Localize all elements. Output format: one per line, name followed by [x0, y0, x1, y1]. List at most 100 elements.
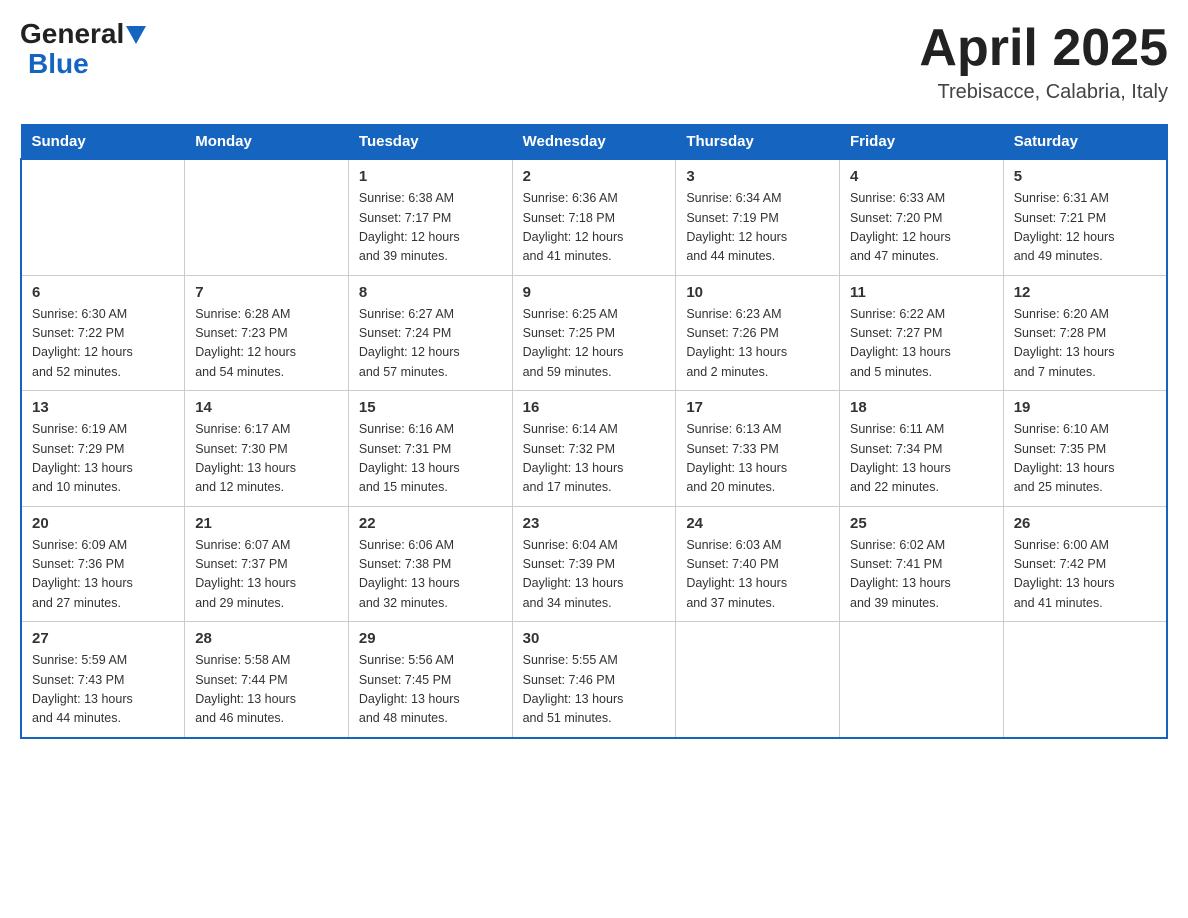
day-number: 23 [523, 515, 666, 532]
calendar-cell: 12Sunrise: 6:20 AM Sunset: 7:28 PM Dayli… [1003, 275, 1167, 391]
calendar-cell: 22Sunrise: 6:06 AM Sunset: 7:38 PM Dayli… [348, 506, 512, 622]
calendar-cell: 14 Sunrise: 6:17 AM Sunset: 7:30 PM Dayli… [185, 391, 349, 507]
calendar-cell: 4 Sunrise: 6:33 AM Sunset: 7:20 PM Daylig… [840, 159, 1004, 275]
calendar-cell: 19 Sunrise: 6:10 AM Sunset: 7:35 PM Dayli… [1003, 391, 1167, 507]
day-number: 20 [32, 515, 174, 532]
calendar-cell: 21 Sunrise: 6:07 AM Sunset: 7:37 PM Dayli… [185, 506, 349, 622]
day-info: Sunrise: 6:27 AM Sunset: 7:24 PM Dayligh… [359, 305, 502, 383]
calendar-cell: 28 Sunrise: 5:58 AM Sunset: 7:44 PM Dayli… [185, 622, 349, 738]
day-number: 17 [686, 399, 829, 416]
day-info: Sunrise: 5:59 AM Sunset: 7:43 PM Dayligh… [32, 651, 174, 729]
calendar-cell: 23 Sunrise: 6:04 AM Sunset: 7:39 PM Dayli… [512, 506, 676, 622]
day-number: 4 [850, 168, 993, 185]
day-info: Sunrise: 6:31 AM Sunset: 7:21 PM Dayligh… [1014, 189, 1156, 267]
day-number: 1 [359, 168, 502, 185]
day-info: Sunrise: 6:16 AM Sunset: 7:31 PM Dayligh… [359, 420, 502, 498]
calendar-header-wednesday: Wednesday [512, 125, 676, 160]
calendar-week-row-1: 1 Sunrise: 6:38 AM Sunset: 7:17 PM Daylig… [21, 159, 1167, 275]
calendar-cell: 13 Sunrise: 6:19 AM Sunset: 7:29 PM Dayli… [21, 391, 185, 507]
calendar-cell [21, 159, 185, 275]
calendar-header-saturday: Saturday [1003, 125, 1167, 160]
day-info: Sunrise: 6:09 AM Sunset: 7:36 PM Dayligh… [32, 536, 174, 614]
day-number: 14 [195, 399, 338, 416]
calendar-week-row-4: 20 Sunrise: 6:09 AM Sunset: 7:36 PM Dayli… [21, 506, 1167, 622]
day-info: Sunrise: 6:25 AM Sunset: 7:25 PM Dayligh… [523, 305, 666, 383]
calendar-cell: 18Sunrise: 6:11 AM Sunset: 7:34 PM Dayli… [840, 391, 1004, 507]
day-info: Sunrise: 6:02 AM Sunset: 7:41 PM Dayligh… [850, 536, 993, 614]
day-info: Sunrise: 6:38 AM Sunset: 7:17 PM Dayligh… [359, 189, 502, 267]
calendar-cell: 24Sunrise: 6:03 AM Sunset: 7:40 PM Dayli… [676, 506, 840, 622]
calendar-cell: 16 Sunrise: 6:14 AM Sunset: 7:32 PM Dayli… [512, 391, 676, 507]
calendar-header-row: SundayMondayTuesdayWednesdayThursdayFrid… [21, 125, 1167, 160]
calendar-cell: 9 Sunrise: 6:25 AM Sunset: 7:25 PM Daylig… [512, 275, 676, 391]
logo-blue-text: Blue [28, 48, 89, 79]
day-number: 15 [359, 399, 502, 416]
day-info: Sunrise: 5:56 AM Sunset: 7:45 PM Dayligh… [359, 651, 502, 729]
day-info: Sunrise: 6:04 AM Sunset: 7:39 PM Dayligh… [523, 536, 666, 614]
day-number: 10 [686, 284, 829, 301]
calendar-cell: 10 Sunrise: 6:23 AM Sunset: 7:26 PM Dayli… [676, 275, 840, 391]
calendar-week-row-5: 27Sunrise: 5:59 AM Sunset: 7:43 PM Dayli… [21, 622, 1167, 738]
day-info: Sunrise: 6:20 AM Sunset: 7:28 PM Dayligh… [1014, 305, 1156, 383]
day-number: 11 [850, 284, 993, 301]
calendar-cell: 17 Sunrise: 6:13 AM Sunset: 7:33 PM Dayli… [676, 391, 840, 507]
calendar-week-row-2: 6Sunrise: 6:30 AM Sunset: 7:22 PM Daylig… [21, 275, 1167, 391]
day-number: 16 [523, 399, 666, 416]
day-number: 9 [523, 284, 666, 301]
day-number: 24 [686, 515, 829, 532]
day-number: 13 [32, 399, 174, 416]
day-info: Sunrise: 6:13 AM Sunset: 7:33 PM Dayligh… [686, 420, 829, 498]
calendar-cell: 20 Sunrise: 6:09 AM Sunset: 7:36 PM Dayli… [21, 506, 185, 622]
day-info: Sunrise: 6:17 AM Sunset: 7:30 PM Dayligh… [195, 420, 338, 498]
calendar-header-monday: Monday [185, 125, 349, 160]
day-number: 28 [195, 630, 338, 647]
logo-text: General [20, 20, 148, 48]
day-info: Sunrise: 6:10 AM Sunset: 7:35 PM Dayligh… [1014, 420, 1156, 498]
day-number: 21 [195, 515, 338, 532]
day-number: 5 [1014, 168, 1156, 185]
calendar-cell: 15 Sunrise: 6:16 AM Sunset: 7:31 PM Dayli… [348, 391, 512, 507]
calendar-cell: 29 Sunrise: 5:56 AM Sunset: 7:45 PM Dayli… [348, 622, 512, 738]
day-info: Sunrise: 6:33 AM Sunset: 7:20 PM Dayligh… [850, 189, 993, 267]
day-info: Sunrise: 6:34 AM Sunset: 7:19 PM Dayligh… [686, 189, 829, 267]
day-info: Sunrise: 6:07 AM Sunset: 7:37 PM Dayligh… [195, 536, 338, 614]
location-text: Trebisacce, Calabria, Italy [919, 81, 1168, 104]
calendar-cell [676, 622, 840, 738]
day-info: Sunrise: 6:28 AM Sunset: 7:23 PM Dayligh… [195, 305, 338, 383]
calendar-cell: 30Sunrise: 5:55 AM Sunset: 7:46 PM Dayli… [512, 622, 676, 738]
calendar-cell: 8 Sunrise: 6:27 AM Sunset: 7:24 PM Daylig… [348, 275, 512, 391]
page-header: General Blue April 2025 Trebisacce, Cala… [20, 20, 1168, 104]
logo-general-text: General [20, 20, 124, 48]
day-number: 6 [32, 284, 174, 301]
logo-triangle-icon [126, 26, 146, 44]
calendar-cell: 27Sunrise: 5:59 AM Sunset: 7:43 PM Dayli… [21, 622, 185, 738]
calendar-cell: 6Sunrise: 6:30 AM Sunset: 7:22 PM Daylig… [21, 275, 185, 391]
calendar-header-friday: Friday [840, 125, 1004, 160]
calendar-header-thursday: Thursday [676, 125, 840, 160]
day-info: Sunrise: 6:23 AM Sunset: 7:26 PM Dayligh… [686, 305, 829, 383]
calendar-header-sunday: Sunday [21, 125, 185, 160]
calendar-cell: 26 Sunrise: 6:00 AM Sunset: 7:42 PM Dayli… [1003, 506, 1167, 622]
month-title: April 2025 [919, 20, 1168, 77]
day-info: Sunrise: 6:00 AM Sunset: 7:42 PM Dayligh… [1014, 536, 1156, 614]
day-info: Sunrise: 5:58 AM Sunset: 7:44 PM Dayligh… [195, 651, 338, 729]
day-info: Sunrise: 6:22 AM Sunset: 7:27 PM Dayligh… [850, 305, 993, 383]
calendar-cell: 25Sunrise: 6:02 AM Sunset: 7:41 PM Dayli… [840, 506, 1004, 622]
day-number: 2 [523, 168, 666, 185]
day-number: 26 [1014, 515, 1156, 532]
day-info: Sunrise: 6:36 AM Sunset: 7:18 PM Dayligh… [523, 189, 666, 267]
day-number: 19 [1014, 399, 1156, 416]
day-number: 18 [850, 399, 993, 416]
calendar-cell [840, 622, 1004, 738]
calendar-table: SundayMondayTuesdayWednesdayThursdayFrid… [20, 124, 1168, 739]
calendar-cell: 3Sunrise: 6:34 AM Sunset: 7:19 PM Daylig… [676, 159, 840, 275]
day-number: 29 [359, 630, 502, 647]
calendar-cell: 1 Sunrise: 6:38 AM Sunset: 7:17 PM Daylig… [348, 159, 512, 275]
day-info: Sunrise: 6:19 AM Sunset: 7:29 PM Dayligh… [32, 420, 174, 498]
logo: General Blue [20, 20, 148, 80]
day-number: 30 [523, 630, 666, 647]
title-section: April 2025 Trebisacce, Calabria, Italy [919, 20, 1168, 104]
calendar-cell [1003, 622, 1167, 738]
day-number: 8 [359, 284, 502, 301]
day-info: Sunrise: 6:14 AM Sunset: 7:32 PM Dayligh… [523, 420, 666, 498]
